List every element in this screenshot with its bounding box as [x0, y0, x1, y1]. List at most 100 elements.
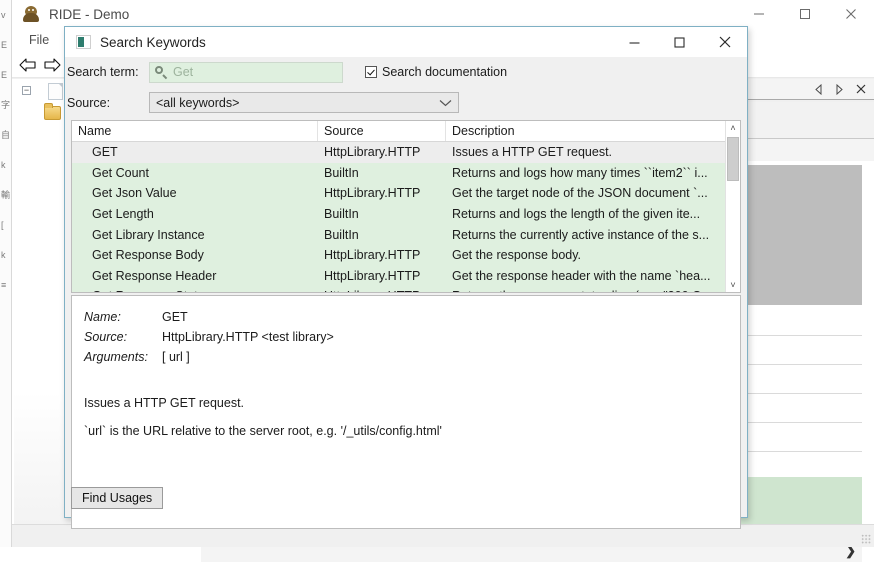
dialog-button-bar: Find Usages — [71, 485, 741, 511]
table-row[interactable]: Get Json Value HttpLibrary.HTTP Get the … — [72, 183, 726, 204]
search-documentation-checkbox[interactable]: Search documentation — [365, 65, 507, 79]
cell-name: Get Json Value — [92, 186, 177, 201]
table-row[interactable]: Get Library Instance BuiltIn Returns the… — [72, 224, 726, 245]
column-header-name[interactable]: Name — [72, 121, 318, 141]
detail-meta-row: Source: HttpLibrary.HTTP <test library> — [84, 330, 726, 344]
table-row[interactable]: Get Response Status HttpLibrary.HTTP Ret… — [72, 286, 726, 292]
resize-grip[interactable] — [861, 534, 871, 544]
find-usages-button[interactable]: Find Usages — [71, 487, 164, 509]
cell-name: Get Response Status — [72, 289, 318, 292]
search-input-placeholder: Get — [173, 65, 194, 79]
cell-description: Returns and logs how many times ``item2`… — [452, 165, 708, 180]
bg-text-scrap: k — [1, 250, 6, 260]
cell-source: BuiltIn — [324, 207, 359, 222]
bg-text-scrap: 輸 — [1, 190, 11, 200]
close-button[interactable] — [828, 0, 874, 28]
bg-text-scrap: 自 — [1, 130, 11, 140]
cell-description: Issues a HTTP GET request. — [452, 145, 613, 160]
dialog-title: Search Keywords — [100, 34, 206, 50]
cell-name: Get Response Body — [92, 248, 204, 263]
source-select[interactable]: <all keywords> — [149, 92, 459, 113]
dialog-close-button[interactable] — [702, 27, 747, 57]
keyword-list-scrollbar[interactable]: ˄ ˅ — [725, 121, 740, 292]
tab-close-icon[interactable] — [855, 83, 866, 96]
triangle-left-icon[interactable] — [813, 83, 824, 96]
detail-arguments-value: [ url ] — [162, 350, 190, 364]
tree-node-resource[interactable] — [44, 103, 61, 120]
detail-doc-paragraph-1: Issues a HTTP GET request. — [84, 396, 245, 410]
tree-node-suite[interactable] — [48, 83, 63, 100]
table-row[interactable]: Get Count BuiltIn Returns and logs how m… — [72, 163, 726, 184]
dialog-titlebar: Search Keywords — [65, 27, 747, 58]
bg-text-scrap: ≡ — [1, 280, 7, 290]
bg-text-scrap: E — [1, 70, 8, 80]
bg-text-scrap: 字 — [1, 100, 11, 110]
table-row[interactable]: Get Length BuiltIn Returns and logs the … — [72, 204, 726, 225]
menu-file[interactable]: File — [20, 31, 58, 49]
column-header-source[interactable]: Source — [318, 121, 446, 141]
table-row[interactable]: GET HttpLibrary.HTTP Issues a HTTP GET r… — [72, 142, 726, 163]
source-label: Source: — [67, 95, 111, 110]
minimize-button[interactable] — [736, 0, 782, 28]
bg-text-scrap: k — [1, 160, 6, 170]
search-icon — [154, 65, 168, 79]
cell-description: Returns the response status line (e.g. "… — [446, 289, 726, 292]
dialog-content: Search term: Get Search documentation So… — [65, 57, 747, 529]
search-keywords-icon — [76, 35, 91, 49]
triangle-right-icon[interactable] — [834, 83, 845, 96]
detail-name-value: GET — [162, 310, 188, 324]
detail-meta-row: Arguments: [ url ] — [84, 350, 726, 364]
robot-icon — [22, 5, 40, 23]
dialog-maximize-button[interactable] — [657, 27, 702, 57]
maximize-button[interactable] — [782, 0, 828, 28]
cell-name: GET — [92, 145, 118, 160]
search-term-row: Search term: Get Search documentation — [65, 57, 747, 87]
dialog-window-buttons — [612, 27, 747, 57]
bg-text-scrap: [ — [1, 220, 4, 230]
cell-source: HttpLibrary.HTTP — [324, 186, 421, 201]
search-documentation-label: Search documentation — [382, 65, 508, 79]
keyword-list[interactable]: Name Source Description GET HttpLibrary.… — [71, 120, 741, 293]
main-titlebar: RIDE - Demo — [12, 0, 874, 29]
keyword-list-header: Name Source Description — [72, 121, 740, 142]
cell-name: Get Response Header — [92, 268, 217, 283]
search-input[interactable]: Get — [149, 61, 343, 83]
folder-icon — [44, 103, 61, 120]
scroll-up-icon[interactable]: ˄ — [726, 121, 740, 135]
cell-source: BuiltIn — [324, 227, 359, 242]
scroll-down-icon[interactable]: ˅ — [726, 278, 740, 292]
detail-source-key: Source: — [84, 330, 128, 344]
document-icon — [48, 83, 63, 100]
cell-name: Get Length — [92, 207, 154, 222]
cell-description: Get the response header with the name `h… — [452, 268, 711, 283]
detail-doc-paragraph-2: `url` is the URL relative to the server … — [84, 424, 442, 438]
main-window-title: RIDE - Demo — [49, 6, 130, 22]
cell-description: Returns and logs the length of the given… — [452, 207, 701, 222]
main-window-buttons — [736, 0, 874, 28]
cell-source: BuiltIn — [324, 165, 359, 180]
chevron-down-icon[interactable] — [439, 96, 452, 110]
table-row[interactable]: Get Response Body HttpLibrary.HTTP Get t… — [72, 245, 726, 266]
detail-arguments-key: Arguments: — [84, 350, 148, 364]
dialog-minimize-button[interactable] — [612, 27, 657, 57]
minus-box-icon[interactable]: − — [22, 86, 31, 95]
cell-source: HttpLibrary.HTTP — [324, 145, 421, 160]
source-select-value: <all keywords> — [156, 95, 240, 110]
arrow-left-icon[interactable] — [16, 54, 40, 76]
column-header-description[interactable]: Description — [446, 121, 740, 141]
detail-name-key: Name: — [84, 310, 121, 324]
bg-text-scrap: v — [1, 10, 6, 20]
search-keywords-dialog: Search Keywords Search term: Get Search … — [64, 26, 748, 529]
cell-source: HttpLibrary.HTTP — [324, 248, 421, 263]
cell-name: Get Count — [92, 165, 149, 180]
arrow-right-icon[interactable] — [40, 54, 64, 76]
tree-toggle-collapse[interactable]: − — [22, 86, 31, 95]
scrollbar-thumb[interactable] — [727, 137, 739, 181]
checkbox-checked-icon[interactable] — [365, 66, 377, 78]
search-term-label: Search term: — [67, 65, 139, 79]
background-window-sliver: v E E 字 自 k 輸 [ k ≡ — [0, 0, 12, 547]
table-row[interactable]: Get Response Header HttpLibrary.HTTP Get… — [72, 266, 726, 287]
cell-description: Get the response body. — [452, 248, 582, 263]
keyword-list-rows[interactable]: GET HttpLibrary.HTTP Issues a HTTP GET r… — [72, 142, 726, 292]
cell-source: HttpLibrary.HTTP — [324, 268, 421, 283]
